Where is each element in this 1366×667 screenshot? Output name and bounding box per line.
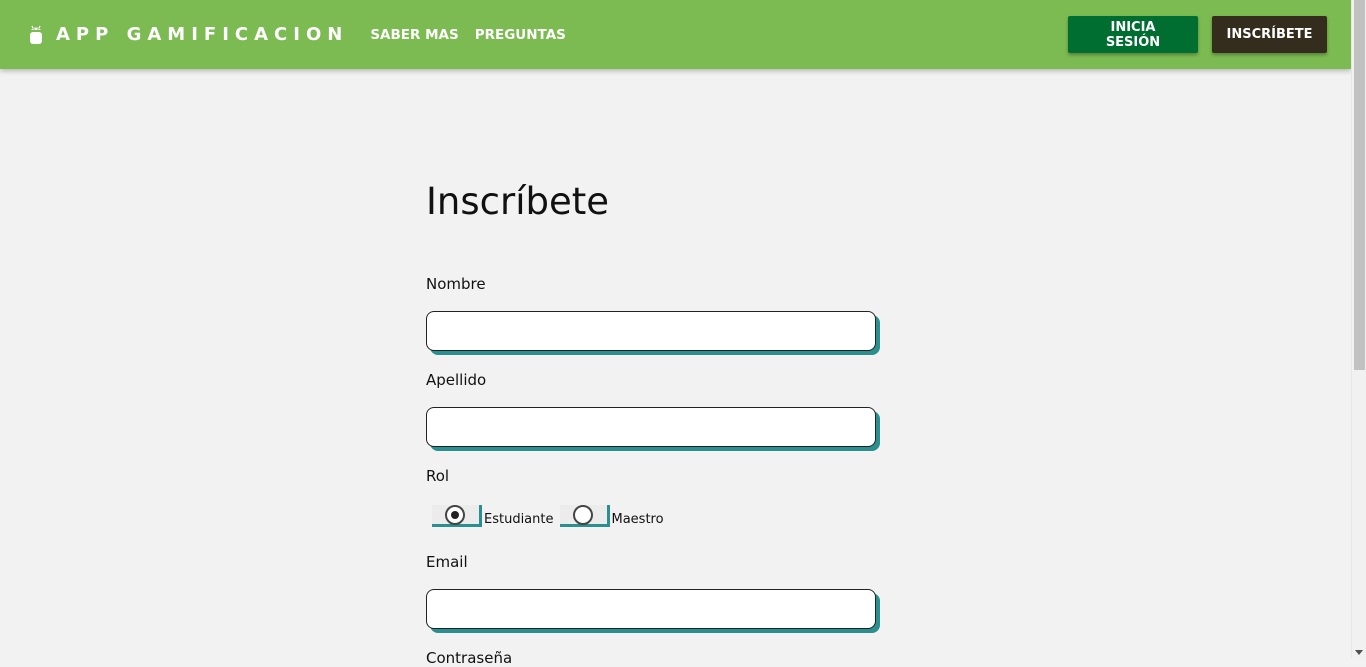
top-navbar: APP GAMIFICACION SABER MAS PREGUNTAS INI… — [0, 0, 1351, 69]
radio-estudiante-label: Estudiante — [484, 512, 554, 527]
radio-maestro-label: Maestro — [611, 512, 664, 527]
apellido-input[interactable] — [426, 407, 876, 447]
login-button[interactable]: INICIA SESIÓN — [1068, 16, 1198, 53]
radio-unchecked-icon — [572, 505, 593, 525]
rol-radio-group: Estudiante Maestro — [432, 505, 670, 527]
apellido-label: Apellido — [426, 371, 487, 389]
scrollbar-thumb[interactable] — [1354, 0, 1365, 370]
nav-actions: INICIA SESIÓN INSCRÍBETE — [1068, 16, 1327, 53]
scroll-down-arrow-icon[interactable] — [1355, 650, 1363, 655]
contrasena-label: Contraseña — [426, 649, 513, 667]
radio-maestro[interactable] — [559, 505, 610, 527]
nav-link-saber-mas[interactable]: SABER MAS — [370, 27, 458, 43]
android-icon — [30, 25, 42, 44]
nombre-label: Nombre — [426, 275, 486, 293]
email-label: Email — [426, 553, 468, 571]
brand[interactable]: APP GAMIFICACION — [28, 24, 348, 46]
radio-estudiante[interactable] — [432, 505, 482, 527]
nombre-input[interactable] — [426, 311, 876, 351]
nav-links: SABER MAS PREGUNTAS — [370, 27, 582, 43]
radio-checked-icon — [445, 505, 465, 525]
signup-button[interactable]: INSCRÍBETE — [1212, 16, 1327, 53]
nav-link-preguntas[interactable]: PREGUNTAS — [475, 27, 566, 43]
brand-name: APP GAMIFICACION — [56, 24, 349, 45]
page-title: Inscríbete — [426, 180, 609, 223]
vertical-scrollbar[interactable] — [1351, 0, 1366, 658]
email-input[interactable] — [426, 589, 876, 629]
rol-label: Rol — [426, 467, 450, 485]
